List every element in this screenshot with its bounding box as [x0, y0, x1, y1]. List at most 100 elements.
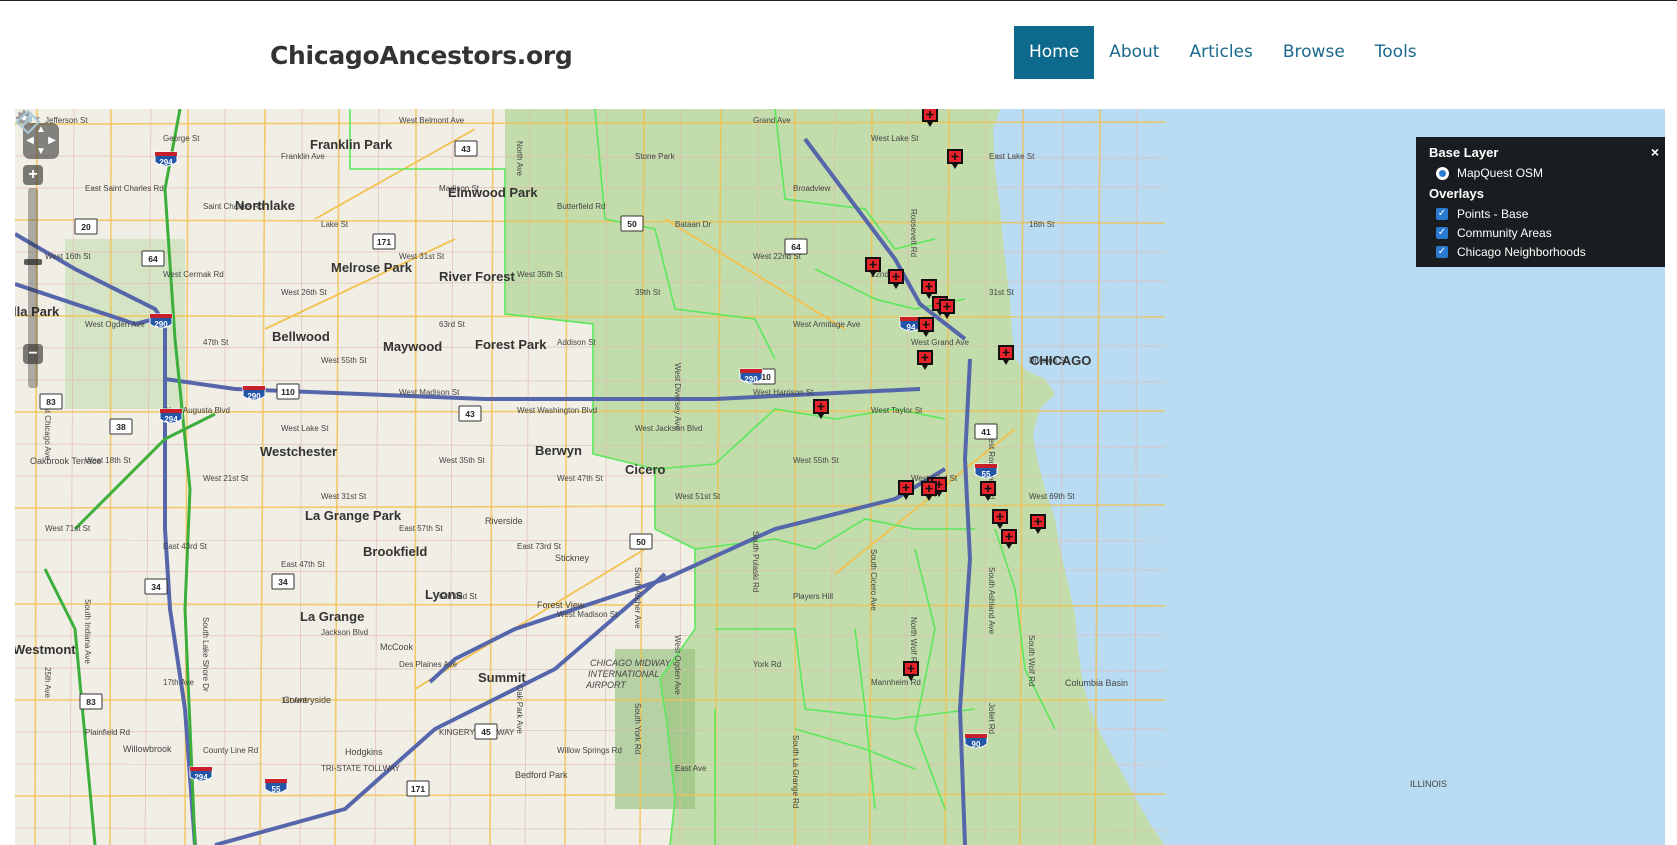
street-label: Madison St [439, 184, 480, 193]
base-layer-heading: Base Layer [1429, 145, 1499, 160]
svg-text:290: 290 [247, 392, 261, 401]
route-shield-icon: 43 [454, 140, 478, 157]
svg-text:50: 50 [627, 219, 637, 229]
route-shield-icon: 38 [109, 418, 133, 435]
pan-down-icon[interactable]: ▼ [35, 146, 47, 158]
place-label: Stickney [555, 553, 590, 563]
street-label: West Armitage Ave [793, 320, 861, 329]
street-label: South La Grange Rd [791, 735, 800, 808]
street-label: East Saint Charles Rd [85, 184, 164, 193]
place-label: ILLINOIS [1410, 779, 1447, 789]
nav-home[interactable]: Home [1014, 26, 1095, 79]
svg-text:83: 83 [86, 697, 96, 707]
layer-switcher-close-button[interactable]: × [1645, 142, 1665, 162]
svg-text:20: 20 [81, 222, 91, 232]
nav-browse[interactable]: Browse [1268, 26, 1360, 79]
svg-text:171: 171 [411, 784, 425, 794]
svg-text:34: 34 [151, 582, 161, 592]
base-layer-option[interactable]: MapQuest OSM [1436, 165, 1543, 181]
overlay-option-points[interactable]: ✓ Points - Base [1436, 206, 1528, 222]
route-shield-icon: 83 [79, 693, 103, 710]
street-label: 25th Ave [43, 667, 52, 699]
route-shield-icon: 34 [144, 578, 168, 595]
overlay-option-community-areas[interactable]: ✓ Community Areas [1436, 225, 1552, 241]
interstate-shield-icon: 294 [154, 151, 178, 167]
map-viewport[interactable]: Franklin Park Elmwood Park Northlake Melros… [15, 109, 1665, 845]
pan-left-icon[interactable]: ◀ [24, 135, 36, 147]
interstate-shield-icon: 290 [242, 385, 266, 401]
street-label: South Wolf Rd [1027, 635, 1036, 686]
zoom-out-button[interactable]: − [23, 344, 43, 364]
place-label: La Grange [300, 609, 364, 624]
svg-text:294: 294 [159, 158, 173, 167]
street-label: West 26th St [281, 288, 327, 297]
street-label: West Madison St [399, 388, 460, 397]
street-label: Jackson Blvd [321, 628, 368, 637]
place-label: La Grange Park [305, 508, 402, 523]
street-label: West 55th St [793, 456, 839, 465]
street-label: Saint Charles Rd [203, 202, 263, 211]
svg-text:43: 43 [465, 409, 475, 419]
route-shield-icon: 50 [620, 215, 644, 232]
street-label: 31st St [989, 288, 1015, 297]
place-label: Hodgkins [345, 747, 383, 757]
street-label: West 21st St [203, 474, 249, 483]
place-label: Columbia Basin [1065, 678, 1128, 688]
base-layer-label: MapQuest OSM [1457, 166, 1544, 180]
checkbox-icon[interactable]: ✓ [1436, 246, 1448, 258]
route-shield-icon: 64 [784, 238, 808, 255]
place-label: Franklin Park [310, 137, 393, 152]
street-label: County Line Rd [203, 746, 258, 755]
street-label: 16th St [1029, 220, 1055, 229]
checkbox-icon[interactable]: ✓ [1436, 227, 1448, 239]
street-label: West 31st St [321, 492, 367, 501]
route-shield-icon: 64 [141, 250, 165, 267]
site-title[interactable]: ChicagoAncestors.org [270, 41, 573, 70]
street-label: Stone Park [635, 152, 676, 161]
airport-label: CHICAGO MIDWAY [590, 658, 672, 668]
street-label: West Ogden Ave [85, 320, 145, 329]
street-label: West Washington Blvd [517, 406, 597, 415]
place-label: McCook [380, 642, 414, 652]
zoom-in-button[interactable]: + [23, 165, 43, 185]
street-label: West 16th St [45, 252, 91, 261]
svg-text:50: 50 [636, 537, 646, 547]
street-label: 47th St [203, 338, 229, 347]
street-label: South Archer Ave [633, 567, 642, 629]
svg-text:290: 290 [744, 375, 758, 384]
place-label: River Forest [439, 269, 516, 284]
svg-text:171: 171 [377, 237, 391, 247]
pan-right-icon[interactable]: ▶ [46, 135, 58, 147]
street-label: West Taylor St [871, 406, 923, 415]
attribution-arrow-icon[interactable] [15, 109, 41, 135]
street-label: West Grand Ave [911, 338, 970, 347]
nav-tools[interactable]: Tools [1360, 26, 1432, 79]
street-label: South Indiana Ave [83, 599, 92, 664]
overlay-label: Points - Base [1457, 207, 1529, 221]
place-label: Riverside [485, 516, 523, 526]
nav-articles[interactable]: Articles [1174, 26, 1267, 79]
place-label: Westchester [260, 444, 337, 459]
nav-about[interactable]: About [1094, 26, 1174, 79]
street-label: West Ogden Ave [673, 635, 682, 695]
route-shield-icon: 45 [474, 723, 498, 740]
svg-text:43: 43 [461, 144, 471, 154]
street-label: Mannheim Rd [871, 678, 921, 687]
checkbox-icon[interactable]: ✓ [1436, 208, 1448, 220]
street-label: Addison St [557, 338, 596, 347]
street-label: Grand Ave [753, 116, 791, 125]
street-label: Players Hill [793, 592, 833, 601]
street-label: York Rd [753, 660, 781, 669]
base-layer-radio[interactable] [1436, 166, 1449, 180]
street-label: West Lake St [281, 424, 329, 433]
airport-label: AIRPORT [585, 680, 627, 690]
zoom-slider-handle[interactable] [24, 259, 42, 265]
overlay-option-neighborhoods[interactable]: ✓ Chicago Neighborhoods [1436, 244, 1586, 260]
street-label: East Lake St [989, 152, 1035, 161]
svg-text:83: 83 [46, 397, 56, 407]
place-label: Summit [478, 670, 526, 685]
svg-text:290: 290 [154, 320, 168, 329]
place-label: Bellwood [272, 329, 330, 344]
street-label: West Cermak Rd [163, 270, 224, 279]
street-label: South Pulaski Rd [751, 531, 760, 592]
